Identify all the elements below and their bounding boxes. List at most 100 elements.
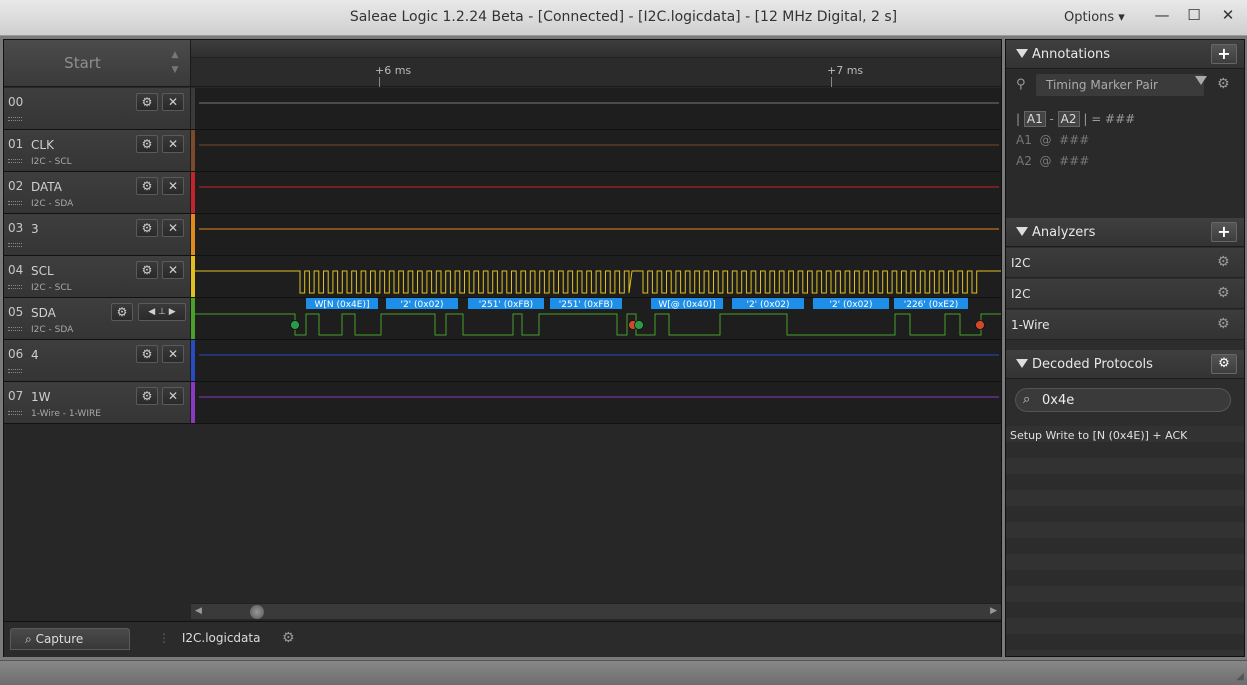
tab-capture[interactable]: ⌕ Capture <box>10 628 130 650</box>
channel-number: 03 <box>8 221 24 235</box>
channel-name[interactable]: SCL <box>31 264 54 278</box>
analyzer-item[interactable]: I2C ⚙ <box>1006 279 1244 309</box>
channel-label-panel[interactable]: 02 DATA I2C - SDA ⚙ ✕ <box>4 172 191 213</box>
channel-waveform[interactable] <box>195 214 1001 255</box>
channel-close-icon[interactable]: ✕ <box>162 135 184 153</box>
channel-label-panel[interactable]: 06 4 ⚙ ✕ <box>4 340 191 381</box>
start-button[interactable]: Start <box>4 54 161 72</box>
minimize-button[interactable]: — <box>1149 4 1175 26</box>
timing-marker-select[interactable]: Timing Marker Pair <box>1036 74 1204 96</box>
channel-label-panel[interactable]: 05 SDA I2C - SDA ⚙ ◀ ⊥ ▶ <box>4 298 191 339</box>
decoded-protocols-header[interactable]: Decoded Protocols ⚙ <box>1006 350 1244 379</box>
analyzer-gear-icon[interactable]: ⚙ <box>1217 316 1230 332</box>
channel-label-panel[interactable]: 04 SCL I2C - SCL ⚙ ✕ <box>4 256 191 297</box>
channel-close-icon[interactable]: ✕ <box>162 93 184 111</box>
channel-row: 03 3 ⚙ ✕ <box>4 214 1001 256</box>
channel-waveform[interactable] <box>195 256 1001 297</box>
channel-waveform[interactable] <box>195 340 1001 381</box>
ruler-tick-label: +6 ms <box>375 64 412 77</box>
maximize-button[interactable]: ☐ <box>1181 4 1207 26</box>
channel-number: 04 <box>8 263 24 277</box>
decoded-frame-label: '2' (0x02) <box>746 300 789 310</box>
channel-name[interactable]: 1W <box>31 390 51 404</box>
time-ruler[interactable]: +6 ms +7 ms <box>191 40 1001 87</box>
channel-gear-icon[interactable]: ⚙ <box>111 303 133 321</box>
start-options-arrows[interactable]: ▲ ▼ <box>166 48 184 78</box>
channel-close-icon[interactable]: ✕ <box>162 345 184 363</box>
drag-handle-icon[interactable] <box>8 411 22 415</box>
channel-close-icon[interactable]: ✕ <box>162 387 184 405</box>
drag-handle-icon[interactable] <box>8 201 22 205</box>
analyzer-item[interactable]: 1-Wire ⚙ <box>1006 310 1244 340</box>
list-item[interactable]: Setup Write to [N (0x4E)] + ACK <box>1010 429 1187 442</box>
a2-marker-badge[interactable]: A2 <box>1057 111 1080 127</box>
channel-waveform[interactable] <box>195 382 1001 423</box>
scrollbar-thumb[interactable] <box>250 605 264 619</box>
drag-handle-icon[interactable] <box>8 369 22 373</box>
channel-gear-icon[interactable]: ⚙ <box>136 345 158 363</box>
channel-gear-icon[interactable]: ⚙ <box>136 93 158 111</box>
ruler-overview[interactable] <box>191 40 1001 58</box>
channel-gear-icon[interactable]: ⚙ <box>136 177 158 195</box>
drag-handle-icon[interactable] <box>8 159 22 163</box>
tab-file[interactable]: ⋮ I2C.logicdata <box>144 628 274 650</box>
channel-name[interactable]: 4 <box>31 348 39 362</box>
edge-navigation-buttons[interactable]: ◀ ⊥ ▶ <box>138 303 186 321</box>
start-stop-marker <box>975 320 985 330</box>
channel-gear-icon[interactable]: ⚙ <box>136 219 158 237</box>
channel-name[interactable]: 3 <box>31 222 39 236</box>
drag-handle-icon[interactable] <box>8 243 22 247</box>
channel-waveform[interactable] <box>195 130 1001 171</box>
dropdown-arrow-icon[interactable] <box>1195 76 1207 85</box>
channel-analyzer-tag: I2C - SDA <box>31 199 74 209</box>
decoded-frame-label: W[N (0x4E)] <box>314 300 369 310</box>
collapse-triangle-icon[interactable] <box>1016 49 1028 58</box>
channel-analyzer-tag: I2C - SCL <box>31 157 72 167</box>
channel-label-panel[interactable]: 07 1W 1-Wire - 1-WIRE ⚙ ✕ <box>4 382 191 423</box>
channel-name[interactable]: CLK <box>31 138 54 152</box>
channel-gear-icon[interactable]: ⚙ <box>136 261 158 279</box>
decoded-search-box[interactable]: ⌕ <box>1015 388 1231 412</box>
channel-close-icon[interactable]: ✕ <box>162 261 184 279</box>
add-annotation-button[interactable]: + <box>1211 44 1237 64</box>
horizontal-scrollbar[interactable]: ◀ ▶ <box>191 603 1001 619</box>
a1-marker-badge[interactable]: A1 <box>1023 111 1046 127</box>
channel-close-icon[interactable]: ✕ <box>162 177 184 195</box>
waveform-svg <box>199 144 999 146</box>
channel-label-panel[interactable]: 03 3 ⚙ ✕ <box>4 214 191 255</box>
channel-waveform[interactable] <box>195 88 1001 129</box>
add-analyzer-button[interactable]: + <box>1211 222 1237 242</box>
annotations-header[interactable]: Annotations + <box>1006 40 1244 69</box>
channel-waveform[interactable] <box>195 172 1001 213</box>
channel-gear-icon[interactable]: ⚙ <box>136 135 158 153</box>
ruler-tick-mark <box>379 77 380 87</box>
analyzers-header[interactable]: Analyzers + <box>1006 218 1244 247</box>
channel-waveform[interactable]: W[N (0x4E)] '2' (0x02) '251' (0xFB) '251' (… <box>195 298 1001 339</box>
tab-settings-gear-icon[interactable]: ⚙ <box>282 630 295 646</box>
channel-gear-icon[interactable]: ⚙ <box>136 387 158 405</box>
scroll-left-icon[interactable]: ◀ <box>195 606 202 616</box>
tab-bar: ⌕ Capture ⋮ I2C.logicdata ⚙ <box>4 621 1001 657</box>
collapse-triangle-icon[interactable] <box>1016 227 1028 236</box>
analyzer-gear-icon[interactable]: ⚙ <box>1217 254 1230 270</box>
channel-label-panel[interactable]: 00 ⚙ ✕ <box>4 88 191 129</box>
analyzer-gear-icon[interactable]: ⚙ <box>1217 285 1230 301</box>
options-menu[interactable]: Options ▾ <box>1064 10 1125 25</box>
annotation-gear-icon[interactable]: ⚙ <box>1217 76 1230 92</box>
channel-name[interactable]: SDA <box>31 306 56 320</box>
channel-label-panel[interactable]: 01 CLK I2C - SCL ⚙ ✕ <box>4 130 191 171</box>
drag-handle-icon[interactable] <box>8 117 22 121</box>
channel-name[interactable]: DATA <box>31 180 62 194</box>
resize-grip-icon[interactable]: ◢ <box>1236 671 1244 682</box>
waveform-svg: W[N (0x4E)] '2' (0x02) '251' (0xFB) '251' (… <box>195 298 1001 336</box>
decoded-search-input[interactable] <box>1042 392 1222 408</box>
decoded-frame-label: '2' (0x02) <box>400 300 443 310</box>
channel-close-icon[interactable]: ✕ <box>162 219 184 237</box>
drag-handle-icon[interactable] <box>8 327 22 331</box>
analyzer-item[interactable]: I2C ⚙ <box>1006 248 1244 278</box>
close-button[interactable]: ✕ <box>1215 4 1241 26</box>
collapse-triangle-icon[interactable] <box>1016 359 1028 368</box>
scroll-right-icon[interactable]: ▶ <box>990 606 997 616</box>
drag-handle-icon[interactable] <box>8 285 22 289</box>
decoded-settings-gear-icon[interactable]: ⚙ <box>1211 354 1237 374</box>
